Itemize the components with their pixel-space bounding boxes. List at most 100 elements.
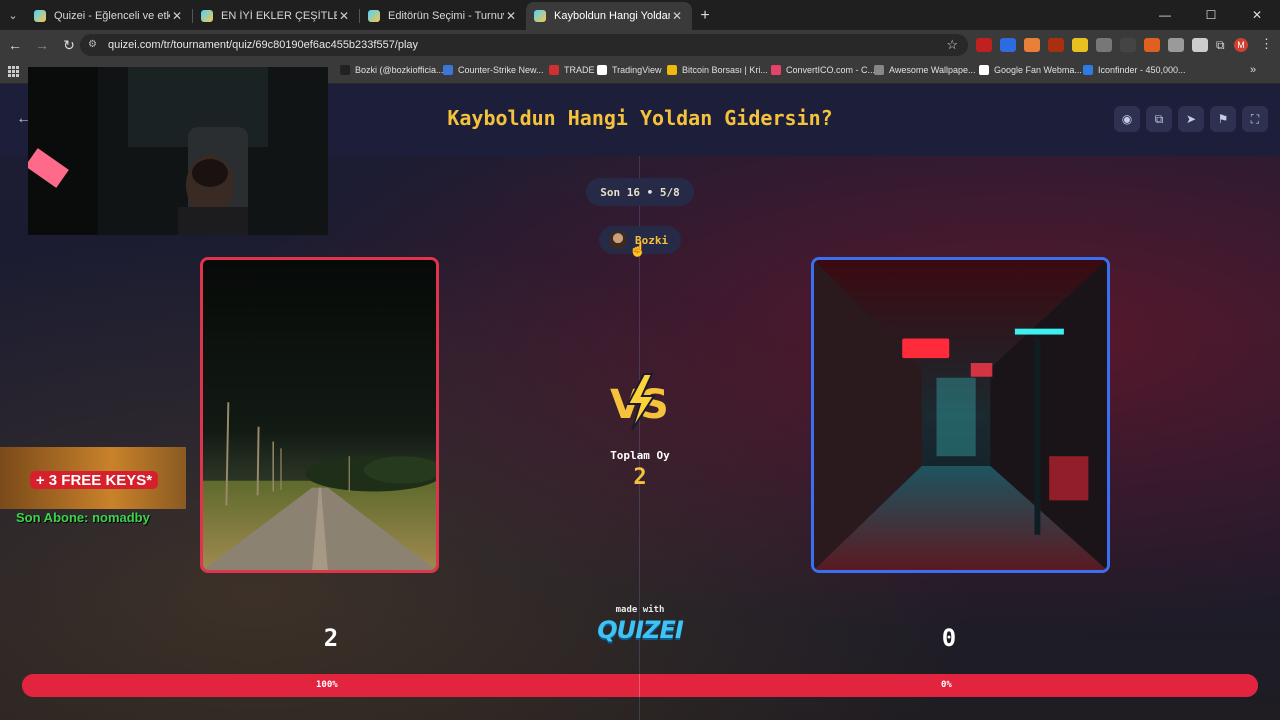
tab-kayboldun[interactable]: Kayboldun Hangi Yoldan Giders ✕	[526, 2, 692, 30]
bookmark-favicon-icon	[597, 65, 607, 75]
site-info-icon[interactable]: ⚙	[88, 39, 100, 51]
bookmark-label: Bozki (@bozkiofficia...	[355, 65, 444, 75]
tab-editorun-secimi[interactable]: Editörün Seçimi - Turnuva - Q ✕	[360, 2, 526, 30]
quizei-favicon-icon	[34, 10, 46, 22]
progress-fill	[22, 674, 1258, 697]
flag-icon[interactable]: ⚑	[1210, 106, 1236, 132]
bookmark-favicon-icon	[549, 65, 559, 75]
bookmark-label: Iconfinder - 450,000...	[1098, 65, 1186, 75]
quizei-favicon-icon	[201, 10, 213, 22]
url-text: quizei.com/tr/tournament/quiz/69c80190ef…	[108, 39, 419, 51]
bookmark-label: Awesome Wallpape...	[889, 65, 976, 75]
extension-icon[interactable]	[1072, 38, 1088, 52]
extensions-puzzle-icon[interactable]: ⧉	[1216, 38, 1225, 53]
right-score: 0	[941, 624, 957, 652]
forward-arrow-icon[interactable]: →	[30, 33, 54, 57]
bookmarks-overflow-icon[interactable]: »	[1250, 64, 1256, 76]
extension-icon[interactable]	[1000, 38, 1016, 52]
avatar	[609, 231, 627, 249]
profile-avatar[interactable]: M	[1234, 38, 1248, 52]
webcam-overlay	[28, 67, 328, 235]
extension-icon[interactable]	[1120, 38, 1136, 52]
maximize-icon[interactable]: ☐	[1188, 0, 1234, 30]
bookmark-item[interactable]: Google Fan Webma...	[979, 65, 1082, 75]
close-icon[interactable]: ✕	[170, 9, 184, 23]
more-menu-icon[interactable]: ⋮	[1260, 36, 1273, 52]
tab-quizei[interactable]: Quizei - Eğlenceli ve etkileşimli ✕	[26, 2, 192, 30]
tab-title: EN İYİ EKLER ÇEŞİTLERİ - Tier L	[221, 10, 337, 22]
option-left-card[interactable]	[200, 257, 439, 573]
bookmark-item[interactable]: Iconfinder - 450,000...	[1083, 65, 1186, 75]
bookmark-label: TradingView	[612, 65, 662, 75]
close-icon[interactable]: ✕	[337, 9, 351, 23]
header-actions: ◉ ⧉ ➤ ⚑ ⛶	[1108, 106, 1268, 132]
bookmark-item[interactable]: ConvertICO.com - C...	[771, 65, 875, 75]
address-bar-row: ← → ↻ ⚙ quizei.com/tr/tournament/quiz/69…	[0, 30, 1280, 60]
extension-icon[interactable]	[1096, 38, 1112, 52]
option-right-card[interactable]	[811, 257, 1110, 573]
close-icon[interactable]: ✕	[670, 9, 684, 23]
extension-icon[interactable]	[1048, 38, 1064, 52]
vote-progress-bar: 100% 0%	[22, 674, 1258, 697]
bookmark-item[interactable]: TradingView	[597, 65, 662, 75]
quizei-logo[interactable]: QUIZEI	[590, 616, 690, 644]
right-percent: 0%	[941, 680, 952, 690]
bookmark-favicon-icon	[1083, 65, 1093, 75]
extension-icon[interactable]	[1192, 38, 1208, 52]
bookmark-favicon-icon	[771, 65, 781, 75]
total-votes-label: Toplam Oy	[610, 449, 670, 462]
country-road-image	[203, 260, 436, 570]
free-keys-badge: + 3 FREE KEYS*	[30, 471, 158, 489]
extensions-toolbar: ⧉	[976, 36, 1225, 54]
url-input[interactable]: ⚙ quizei.com/tr/tournament/quiz/69c80190…	[80, 34, 968, 56]
bookmark-favicon-icon	[874, 65, 884, 75]
last-subscriber-text: Son Abone: nomadby	[16, 510, 150, 525]
tab-title: Kayboldun Hangi Yoldan Giders	[554, 10, 670, 22]
bookmark-label: ConvertICO.com - C...	[786, 65, 876, 75]
extension-icon[interactable]	[1168, 38, 1184, 52]
tab-search-icon[interactable]: ⌄	[0, 0, 26, 30]
vs-lightning-icon: V S	[610, 373, 669, 431]
made-with-label: made with	[615, 605, 665, 615]
reload-icon[interactable]: ↻	[57, 33, 81, 57]
extension-icon[interactable]	[1144, 38, 1160, 52]
bookmark-star-icon[interactable]: ☆	[946, 37, 958, 53]
bookmark-favicon-icon	[979, 65, 989, 75]
window-close-icon[interactable]: ✕	[1234, 0, 1280, 30]
webcam-image	[28, 67, 328, 235]
back-arrow-icon[interactable]: ←	[3, 33, 27, 57]
extension-icon[interactable]	[976, 38, 992, 52]
eye-icon[interactable]: ◉	[1114, 106, 1140, 132]
close-icon[interactable]: ✕	[504, 9, 518, 23]
neon-alley-image	[814, 260, 1107, 570]
left-score: 2	[323, 624, 339, 652]
bookmark-label: TRADE	[564, 65, 595, 75]
total-votes-value: 2	[633, 465, 647, 490]
fullscreen-icon[interactable]: ⛶	[1242, 106, 1268, 132]
apps-grid-icon[interactable]	[8, 66, 19, 77]
bookmark-favicon-icon	[340, 65, 350, 75]
tab-en-iyi-ekler[interactable]: EN İYİ EKLER ÇEŞİTLERİ - Tier L ✕	[193, 2, 359, 30]
left-percent: 100%	[316, 680, 338, 690]
tab-title: Editörün Seçimi - Turnuva - Q	[388, 10, 504, 22]
tab-title: Quizei - Eğlenceli ve etkileşimli	[54, 10, 170, 22]
bookmark-label: Bitcoin Borsası | Kri...	[682, 65, 768, 75]
bookmark-label: Google Fan Webma...	[994, 65, 1082, 75]
extension-icon[interactable]	[1024, 38, 1040, 52]
mouse-cursor-icon: ☝	[629, 241, 647, 257]
bookmark-item[interactable]: Bitcoin Borsası | Kri...	[667, 65, 768, 75]
bookmark-item[interactable]: Awesome Wallpape...	[874, 65, 976, 75]
new-tab-button[interactable]: +	[692, 2, 718, 30]
progress-center-marker	[639, 674, 640, 697]
browser-tab-bar: ⌄ Quizei - Eğlenceli ve etkileşimli ✕ EN…	[0, 0, 1280, 30]
bookmark-item[interactable]: Counter-Strike New...	[443, 65, 544, 75]
bookmark-item[interactable]: Bozki (@bozkiofficia...	[340, 65, 444, 75]
send-icon[interactable]: ➤	[1178, 106, 1204, 132]
free-keys-banner: + 3 FREE KEYS*	[0, 447, 186, 509]
round-indicator: Son 16 • 5/8	[586, 178, 694, 206]
window-controls: — ☐ ✕	[1142, 0, 1280, 30]
share-icon[interactable]: ⧉	[1146, 106, 1172, 132]
bookmark-label: Counter-Strike New...	[458, 65, 544, 75]
bookmark-item[interactable]: TRADE	[549, 65, 595, 75]
minimize-icon[interactable]: —	[1142, 0, 1188, 30]
